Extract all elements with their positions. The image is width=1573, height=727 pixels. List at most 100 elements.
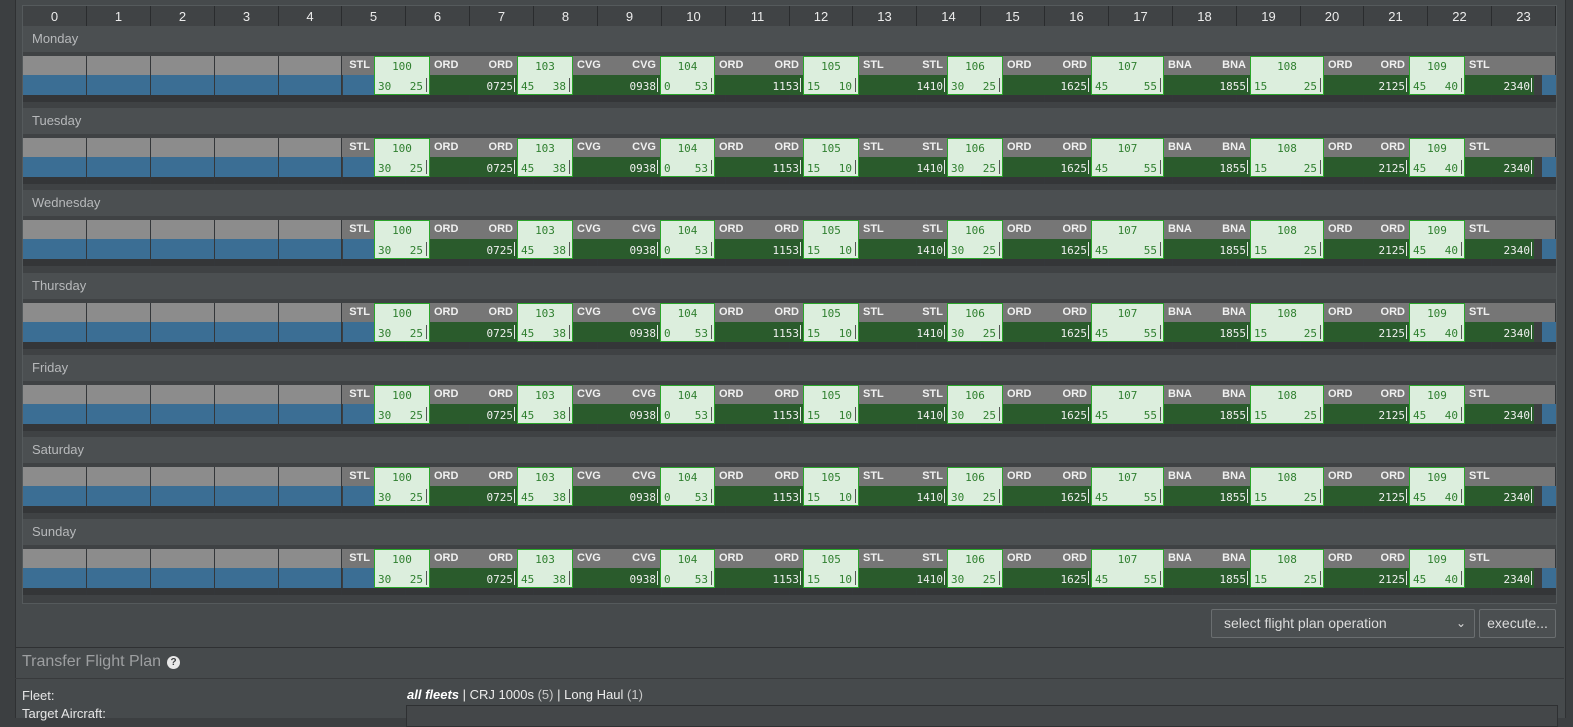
help-icon[interactable]: ? <box>167 656 181 669</box>
flight-block[interactable]: 103 45 38 <box>517 549 573 588</box>
flight-block[interactable]: 107 45 55 <box>1091 220 1164 259</box>
hour-slot[interactable] <box>279 56 342 102</box>
ground-stop[interactable]: ORD ORD 0725 <box>430 549 517 588</box>
ground-stop[interactable]: ORD ORD 1153 <box>715 56 803 95</box>
ground-stop[interactable]: ORD ORD 0725 <box>430 385 517 424</box>
flight-block[interactable]: 108 15 25 <box>1250 220 1324 259</box>
flight-block[interactable]: 108 15 25 <box>1250 138 1324 177</box>
flight-block[interactable]: 106 30 25 <box>947 467 1003 506</box>
hour-slot[interactable] <box>23 138 87 184</box>
flight-block[interactable]: 108 15 25 <box>1250 549 1324 588</box>
ground-stop[interactable]: CVG CVG 0938 <box>573 56 660 95</box>
hour-slot[interactable] <box>215 549 279 595</box>
ground-stop[interactable]: BNA BNA 1855 <box>1164 220 1250 259</box>
ground-stop[interactable]: ORD ORD 1153 <box>715 138 803 177</box>
flight-block[interactable]: 108 15 25 <box>1250 385 1324 424</box>
flight-block[interactable]: 100 30 25 <box>374 138 430 177</box>
ground-stop[interactable]: ORD ORD 1625 <box>1003 220 1091 259</box>
flight-block[interactable]: 104 0 53 <box>660 385 715 424</box>
flight-block[interactable]: 103 45 38 <box>517 138 573 177</box>
flight-block[interactable]: 108 15 25 <box>1250 56 1324 95</box>
flight-block[interactable]: 103 45 38 <box>517 56 573 95</box>
flight-block[interactable]: 105 15 10 <box>803 385 859 424</box>
flight-block[interactable]: 104 0 53 <box>660 549 715 588</box>
flight-block[interactable]: 104 0 53 <box>660 467 715 506</box>
flight-block[interactable]: 104 0 53 <box>660 138 715 177</box>
flight-block[interactable]: 109 45 40 <box>1409 303 1465 342</box>
ground-stop[interactable]: ORD ORD 2125 <box>1324 138 1409 177</box>
flight-block[interactable]: 106 30 25 <box>947 220 1003 259</box>
hour-slot[interactable] <box>215 220 279 266</box>
hour-slot[interactable] <box>87 385 151 431</box>
flight-block[interactable]: 105 15 10 <box>803 467 859 506</box>
flight-block[interactable]: 107 45 55 <box>1091 56 1164 95</box>
ground-stop[interactable]: ORD ORD 0725 <box>430 138 517 177</box>
hour-slot[interactable] <box>279 220 342 266</box>
flight-block[interactable]: 109 45 40 <box>1409 138 1465 177</box>
flight-block[interactable]: 109 45 40 <box>1409 467 1465 506</box>
ground-stop[interactable]: ORD ORD 2125 <box>1324 56 1409 95</box>
flight-block[interactable]: 100 30 25 <box>374 56 430 95</box>
ground-stop[interactable]: STL STL 1410 <box>859 56 947 95</box>
flight-block[interactable]: 106 30 25 <box>947 303 1003 342</box>
flight-block[interactable]: 104 0 53 <box>660 56 715 95</box>
departure-segment[interactable]: STL <box>343 56 374 95</box>
flight-block[interactable]: 103 45 38 <box>517 303 573 342</box>
flight-block[interactable]: 100 30 25 <box>374 303 430 342</box>
fleet-filter-long-haul[interactable]: Long Haul <box>564 687 623 702</box>
ground-stop[interactable]: CVG CVG 0938 <box>573 385 660 424</box>
ground-stop[interactable]: ORD ORD 2125 <box>1324 467 1409 506</box>
hour-slot[interactable] <box>279 467 342 513</box>
flight-block[interactable]: 105 15 10 <box>803 220 859 259</box>
execute-button[interactable]: execute... <box>1479 609 1556 638</box>
hour-slot[interactable] <box>23 56 87 102</box>
flight-block[interactable]: 107 45 55 <box>1091 138 1164 177</box>
flight-block[interactable]: 109 45 40 <box>1409 385 1465 424</box>
ground-stop[interactable]: STL 2340 <box>1465 220 1534 259</box>
ground-stop[interactable]: ORD ORD 0725 <box>430 467 517 506</box>
flight-block[interactable]: 106 30 25 <box>947 56 1003 95</box>
hour-slot[interactable] <box>23 385 87 431</box>
flight-block[interactable]: 107 45 55 <box>1091 467 1164 506</box>
ground-stop[interactable]: ORD ORD 1625 <box>1003 56 1091 95</box>
flight-block[interactable]: 104 0 53 <box>660 303 715 342</box>
ground-stop[interactable]: STL STL 1410 <box>859 138 947 177</box>
flight-block[interactable]: 103 45 38 <box>517 385 573 424</box>
hour-slot[interactable] <box>279 138 342 184</box>
ground-stop[interactable]: STL 2340 <box>1465 385 1534 424</box>
flight-block[interactable]: 108 15 25 <box>1250 467 1324 506</box>
ground-stop[interactable]: STL STL 1410 <box>859 467 947 506</box>
ground-stop[interactable]: CVG CVG 0938 <box>573 549 660 588</box>
ground-stop[interactable]: CVG CVG 0938 <box>573 467 660 506</box>
hour-slot[interactable] <box>87 467 151 513</box>
flight-block[interactable]: 109 45 40 <box>1409 549 1465 588</box>
ground-stop[interactable]: CVG CVG 0938 <box>573 220 660 259</box>
flight-block[interactable]: 109 45 40 <box>1409 56 1465 95</box>
ground-stop[interactable]: BNA BNA 1855 <box>1164 303 1250 342</box>
departure-segment[interactable]: STL <box>343 303 374 342</box>
ground-stop[interactable]: CVG CVG 0938 <box>573 138 660 177</box>
hour-slot[interactable] <box>215 385 279 431</box>
ground-stop[interactable]: ORD ORD 1625 <box>1003 549 1091 588</box>
flight-block[interactable]: 107 45 55 <box>1091 303 1164 342</box>
hour-slot[interactable] <box>87 549 151 595</box>
hour-slot[interactable] <box>23 467 87 513</box>
ground-stop[interactable]: ORD ORD 1153 <box>715 549 803 588</box>
hour-slot[interactable] <box>215 56 279 102</box>
departure-segment[interactable]: STL <box>343 138 374 177</box>
hour-slot[interactable] <box>151 303 215 349</box>
flight-block[interactable]: 107 45 55 <box>1091 549 1164 588</box>
hour-slot[interactable] <box>23 220 87 266</box>
hour-slot[interactable] <box>151 549 215 595</box>
ground-stop[interactable]: ORD ORD 1153 <box>715 220 803 259</box>
ground-stop[interactable]: STL STL 1410 <box>859 220 947 259</box>
ground-stop[interactable]: CVG CVG 0938 <box>573 303 660 342</box>
ground-stop[interactable]: BNA BNA 1855 <box>1164 385 1250 424</box>
ground-stop[interactable]: STL 2340 <box>1465 303 1534 342</box>
ground-stop[interactable]: STL STL 1410 <box>859 303 947 342</box>
hour-slot[interactable] <box>87 56 151 102</box>
hour-slot[interactable] <box>215 303 279 349</box>
ground-stop[interactable]: STL 2340 <box>1465 467 1534 506</box>
ground-stop[interactable]: ORD ORD 1625 <box>1003 138 1091 177</box>
target-aircraft-list[interactable] <box>406 705 1558 727</box>
